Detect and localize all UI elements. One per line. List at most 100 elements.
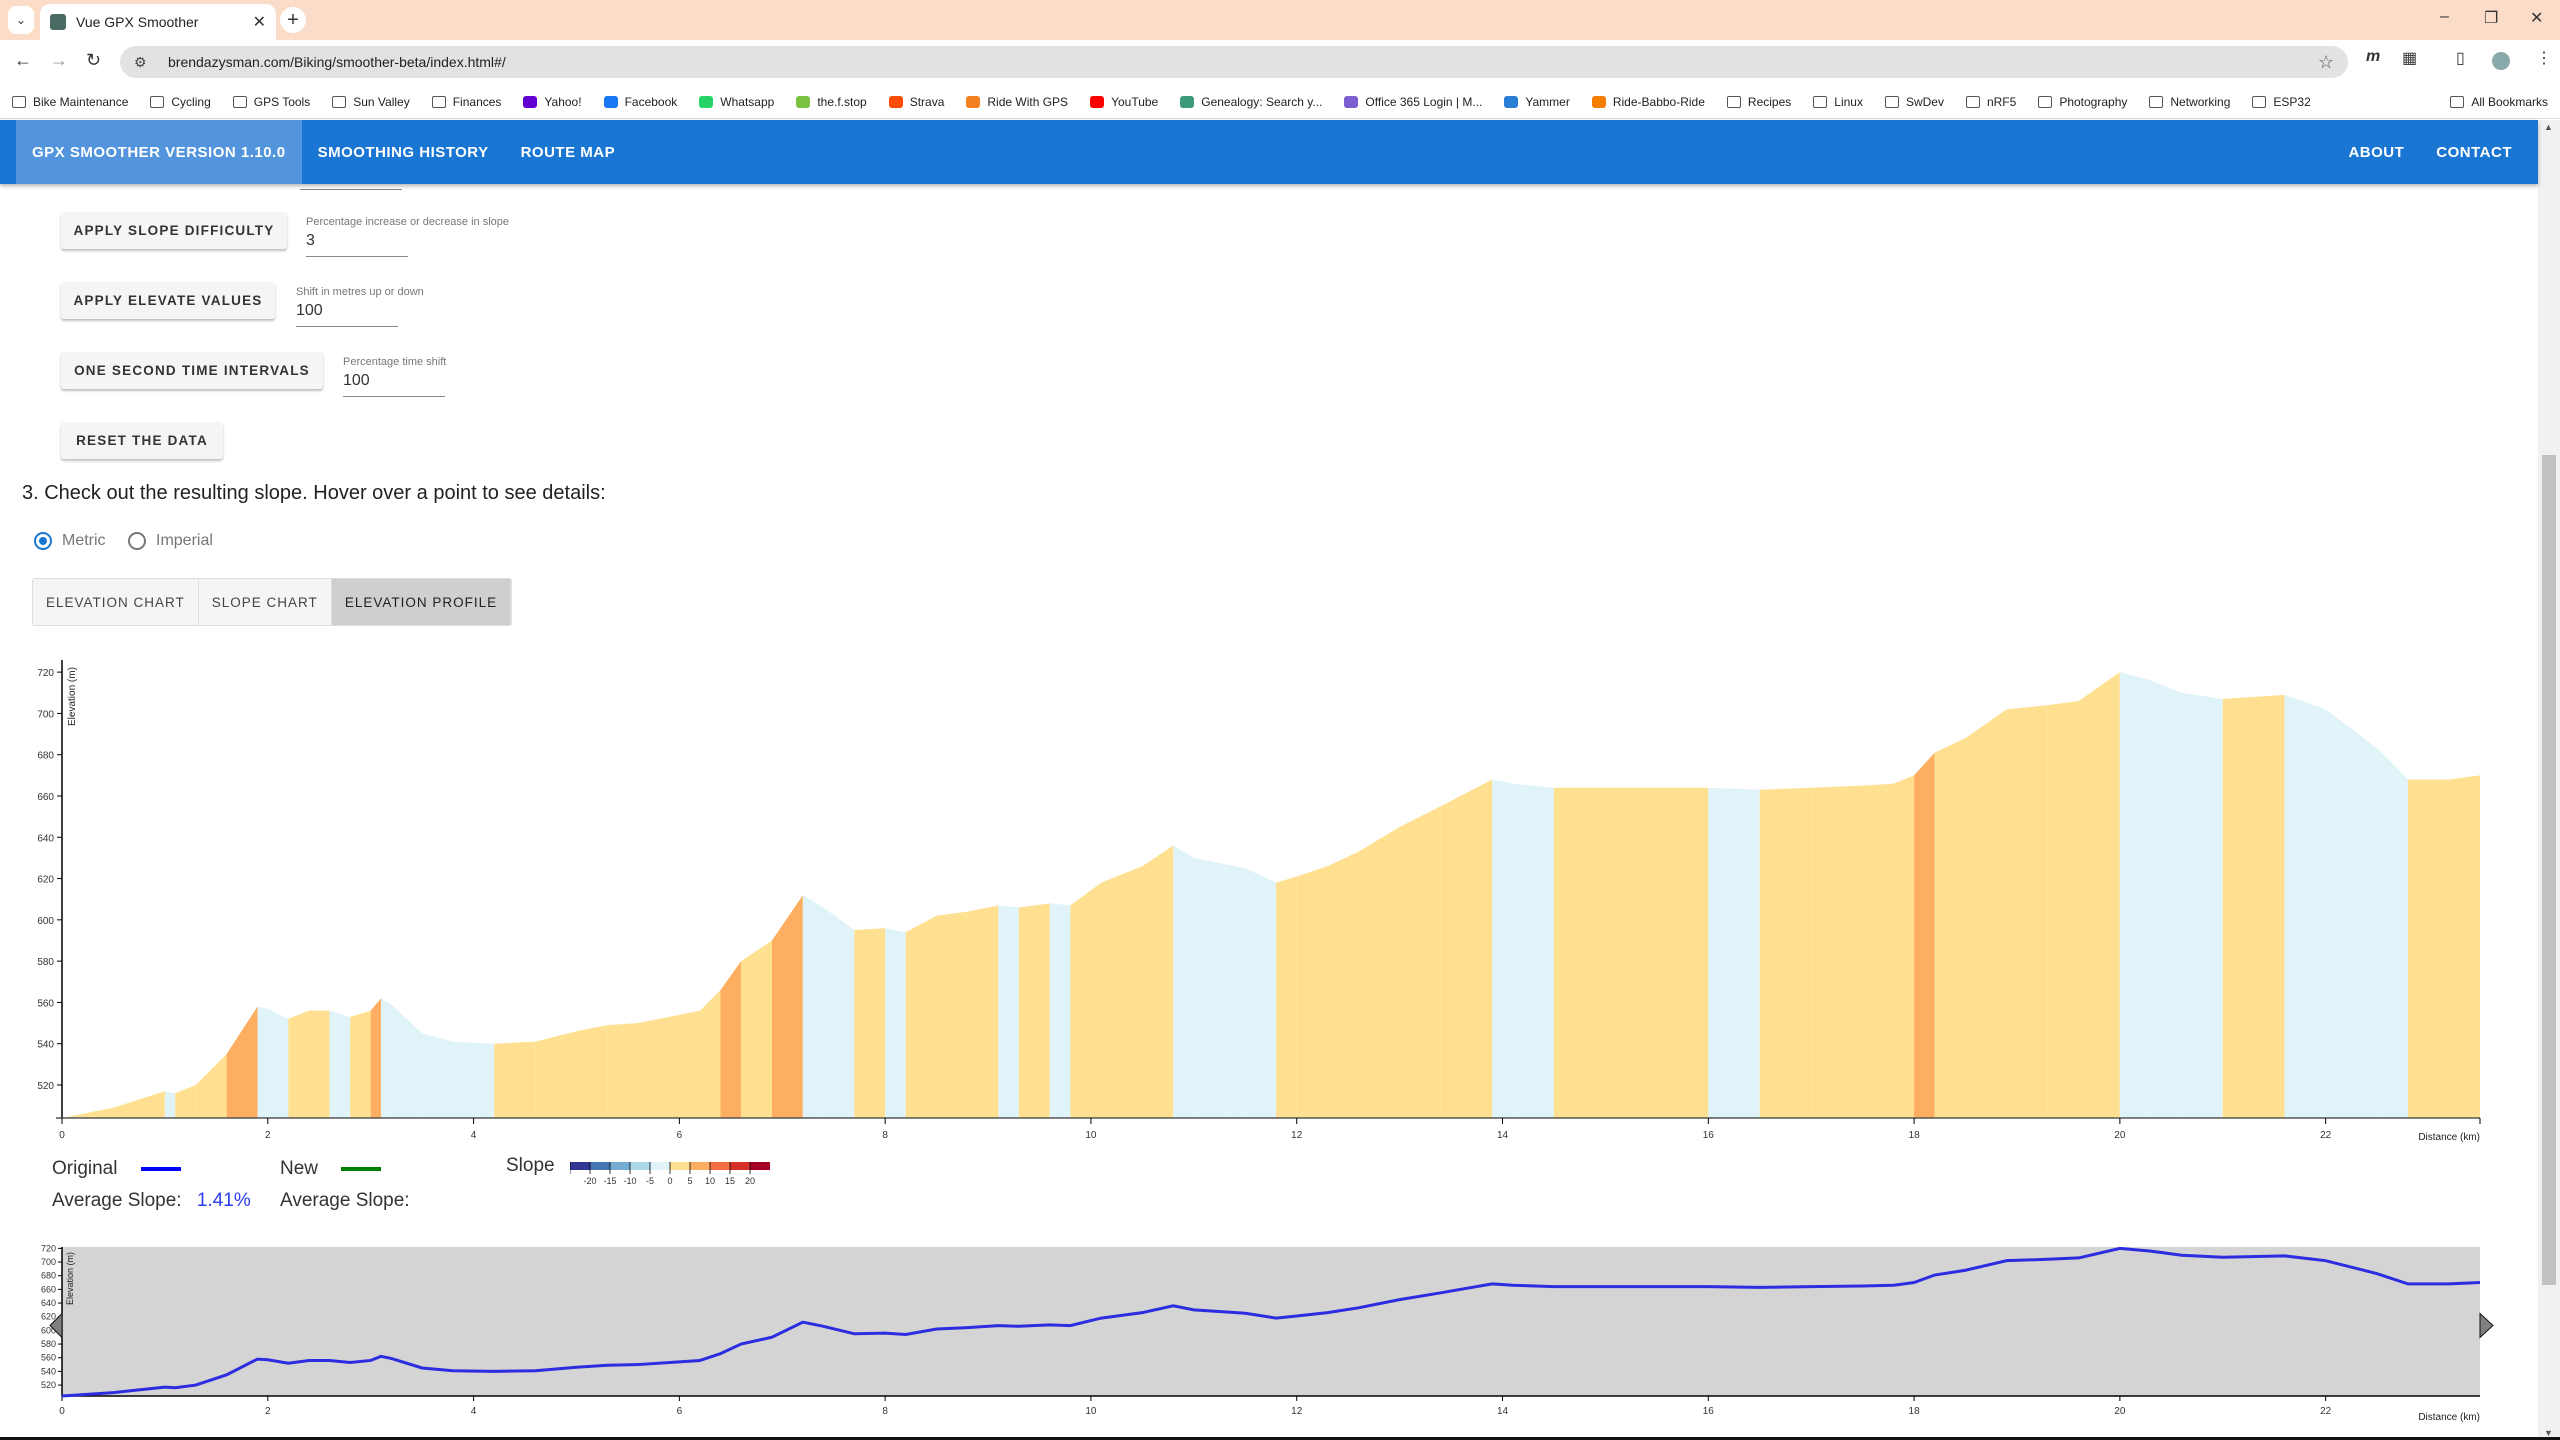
extensions-puzzle-icon[interactable]: ▦ [2402, 48, 2417, 68]
slope-segment[interactable] [1327, 851, 1359, 1118]
slope-segment[interactable] [288, 1010, 309, 1118]
slope-segment[interactable] [226, 1006, 258, 1118]
slope-segment[interactable] [1440, 779, 1493, 1118]
bookmark-item[interactable]: Sun Valley [332, 95, 410, 109]
slope-segment[interactable] [1018, 903, 1050, 1118]
slope-segment[interactable] [679, 1010, 700, 1118]
browser-tab[interactable]: Vue GPX Smoother ✕ [40, 4, 276, 40]
scrollbar-thumb[interactable] [2542, 455, 2556, 1285]
page-scrollbar[interactable]: ▲ ▼ [2538, 120, 2560, 1440]
slope-segment[interactable] [1070, 882, 1102, 1118]
brush-selection[interactable] [62, 1247, 2480, 1396]
bookmark-item[interactable]: Facebook [603, 95, 677, 109]
apply-elevate-values-button[interactable]: APPLY ELEVATE VALUES [61, 282, 275, 319]
bookmark-item[interactable]: Ride With GPS [966, 95, 1068, 109]
metric-radio[interactable]: Metric [34, 532, 106, 550]
scroll-up-icon[interactable]: ▲ [2544, 122, 2553, 132]
slope-segment[interactable] [998, 905, 1019, 1118]
slope-segment[interactable] [2407, 779, 2450, 1118]
slope-segment[interactable] [1759, 787, 1812, 1118]
slope-segment[interactable] [771, 895, 803, 1118]
brush-right-handle-icon[interactable] [2479, 1312, 2494, 1339]
slope-segment[interactable] [2449, 775, 2480, 1118]
bookmark-item[interactable]: Ride-Babbo-Ride [1591, 95, 1705, 109]
slope-segment[interactable] [1811, 785, 1863, 1118]
slope-segment[interactable] [1101, 866, 1143, 1118]
tab-slope-chart[interactable]: SLOPE CHART [198, 579, 332, 625]
slope-segment[interactable] [370, 998, 381, 1118]
slope-segment[interactable] [62, 1107, 114, 1118]
bookmark-item[interactable]: YouTube [1090, 95, 1158, 109]
slope-segment[interactable] [823, 907, 855, 1118]
back-icon[interactable]: ← [14, 50, 32, 71]
slope-segment[interactable] [1965, 709, 2007, 1118]
window-close-icon[interactable]: ✕ [2530, 8, 2543, 28]
slope-segment[interactable] [2325, 709, 2378, 1118]
bookmark-item[interactable]: the.f.stop [796, 95, 867, 109]
bookmark-item[interactable]: Photography [2038, 95, 2127, 109]
bookmark-item[interactable]: Finances [431, 95, 501, 109]
forward-icon[interactable]: → [50, 50, 68, 71]
nav-brand[interactable]: GPX SMOOTHER VERSION 1.10.0 [16, 120, 302, 184]
side-panel-icon[interactable]: ▯ [2456, 48, 2465, 68]
slope-segment[interactable] [113, 1091, 165, 1118]
close-tab-icon[interactable]: ✕ [253, 12, 266, 32]
slope-segment[interactable] [1245, 868, 1277, 1118]
slope-segment[interactable] [391, 1004, 423, 1118]
bookmark-item[interactable]: Networking [2149, 95, 2230, 109]
slope-segment[interactable] [1862, 783, 1894, 1118]
slope-segment[interactable] [1708, 787, 1760, 1118]
restore-icon[interactable]: ❐ [2484, 8, 2498, 28]
apply-slope-difficulty-button[interactable]: APPLY SLOPE DIFFICULTY [61, 212, 287, 249]
menu-kebab-icon[interactable]: ⋮ [2536, 48, 2552, 68]
bookmark-item[interactable]: Bike Maintenance [12, 95, 128, 109]
slope-segment[interactable] [164, 1091, 176, 1118]
bookmark-item[interactable]: Yammer [1504, 95, 1570, 109]
extension-m-icon[interactable]: m [2366, 48, 2380, 66]
minimize-icon[interactable]: – [2440, 8, 2449, 26]
slope-segment[interactable] [535, 1031, 577, 1118]
slope-segment[interactable] [720, 961, 742, 1118]
slope-segment[interactable] [854, 928, 886, 1118]
slope-segment[interactable] [1224, 864, 1246, 1118]
slope-segment[interactable] [2222, 694, 2285, 1118]
slope-segment[interactable] [2078, 672, 2120, 1118]
address-bar[interactable]: ⚙ brendazysman.com/Biking/smoother-beta/… [120, 46, 2348, 78]
slope-segment[interactable] [1553, 787, 1606, 1118]
slope-segment[interactable] [1512, 783, 1554, 1118]
slope-segment[interactable] [2181, 692, 2223, 1118]
slope-segment[interactable] [494, 1041, 536, 1118]
bookmark-item[interactable]: Linux [1813, 95, 1863, 109]
slope-segment[interactable] [1399, 806, 1441, 1118]
one-second-time-intervals-button[interactable]: ONE SECOND TIME INTERVALS [61, 352, 323, 389]
slope-segment[interactable] [1049, 903, 1071, 1118]
slope-segment[interactable] [2377, 748, 2408, 1118]
nav-smoothing-history[interactable]: SMOOTHING HISTORY [302, 120, 505, 184]
slope-segment[interactable] [1605, 787, 1657, 1118]
slope-segment[interactable] [1893, 775, 1915, 1118]
all-bookmarks[interactable]: All Bookmarks [2450, 95, 2548, 109]
slope-percentage-input[interactable] [306, 228, 408, 257]
slope-segment[interactable] [1656, 787, 1709, 1118]
slope-segment[interactable] [195, 1054, 227, 1118]
slope-segment[interactable] [699, 990, 721, 1118]
slope-segment[interactable] [741, 940, 772, 1118]
slope-segment[interactable] [329, 1010, 351, 1118]
slope-segment[interactable] [380, 998, 392, 1118]
nav-contact[interactable]: CONTACT [2420, 120, 2528, 184]
slope-segment[interactable] [267, 1008, 289, 1118]
slope-segment[interactable] [1142, 845, 1174, 1118]
bookmark-item[interactable]: Strava [888, 95, 944, 109]
tab-elevation-profile[interactable]: ELEVATION PROFILE [331, 579, 512, 625]
slope-segment[interactable] [308, 1010, 330, 1118]
tab-search-button[interactable]: ⌄ [8, 6, 34, 34]
slope-segment[interactable] [638, 1014, 680, 1118]
elevation-profile-chart[interactable]: 520 540 560 580 600 620 640 660 680 700 720 0 2 4 6 8 10… [0, 650, 2500, 1150]
slope-segment[interactable] [885, 928, 906, 1118]
bookmark-item[interactable]: Yahoo! [523, 95, 582, 109]
slope-segment[interactable] [1276, 876, 1297, 1118]
bookmark-star-icon[interactable]: ☆ [2318, 52, 2334, 73]
slope-segment[interactable] [607, 1023, 639, 1118]
slope-segment[interactable] [422, 1033, 453, 1118]
nav-about[interactable]: ABOUT [2332, 120, 2420, 184]
